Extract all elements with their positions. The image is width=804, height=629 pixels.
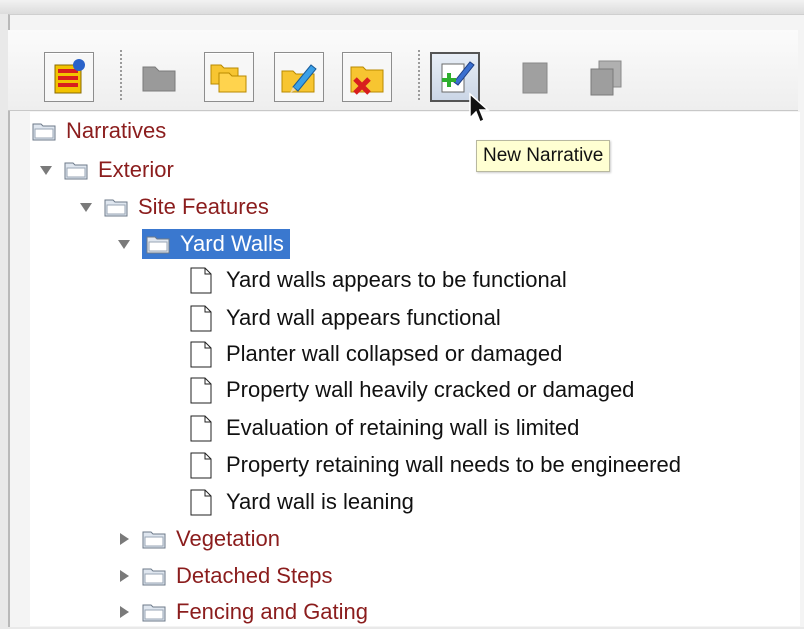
window-top-band [0, 0, 804, 14]
narrative-item[interactable]: Yard wall appears functional [190, 301, 501, 335]
document-icon [190, 377, 212, 403]
folder-icon [64, 162, 88, 180]
narrative-item[interactable]: Evaluation of retaining wall is limited [190, 411, 579, 445]
narrative-item[interactable]: Property wall heavily cracked or damaged [190, 373, 634, 407]
folder-icon [146, 236, 170, 254]
folder-icon [142, 531, 166, 549]
tree-node-narratives[interactable]: Narratives [32, 114, 166, 148]
document-icon [190, 267, 212, 293]
expanded-triangle-icon[interactable] [78, 199, 94, 215]
tree-node-label: Vegetation [176, 526, 280, 551]
collapsed-triangle-icon[interactable] [116, 604, 132, 620]
copy-narrative-button[interactable] [580, 52, 630, 102]
narrative-label: Property wall heavily cracked or damaged [226, 377, 635, 402]
folder-icon [32, 123, 56, 141]
narrative-label: Property retaining wall needs to be engi… [226, 452, 681, 477]
tree-node-label: Exterior [98, 157, 174, 182]
narrative-button[interactable] [510, 52, 560, 102]
tree-node-label: Yard Walls [180, 231, 284, 256]
folder-icon [104, 199, 128, 217]
collapsed-triangle-icon[interactable] [116, 531, 132, 547]
delete-folder-icon [350, 66, 384, 95]
open-folders-button[interactable] [204, 52, 254, 102]
tree-node-label: Narratives [66, 118, 167, 143]
toolbar [8, 30, 798, 111]
tree-node-label: Detached Steps [176, 563, 333, 588]
collapsed-triangle-icon[interactable] [116, 568, 132, 584]
toolbar-separator [120, 50, 122, 102]
narrative-label: Evaluation of retaining wall is limited [226, 415, 580, 440]
toolbar-separator [418, 50, 420, 102]
tree-node-yard-walls[interactable]: Yard Walls [116, 227, 290, 261]
narrative-label: Yard walls appears to be functional [226, 267, 567, 292]
database-button[interactable] [44, 52, 94, 102]
document-icon [190, 341, 212, 367]
folder-icon [142, 604, 166, 622]
document-icon [190, 415, 212, 441]
narrative-item[interactable]: Planter wall collapsed or damaged [190, 337, 562, 371]
edit-folder-icon [281, 64, 317, 93]
narrative-label: Planter wall collapsed or damaged [226, 341, 563, 366]
narrative-label: Yard wall appears functional [226, 305, 501, 330]
mouse-cursor-icon [469, 92, 490, 124]
tree-node-fencing-and-gating[interactable]: Fencing and Gating [116, 595, 368, 629]
tree-node-detached-steps[interactable]: Detached Steps [116, 559, 333, 593]
narrative-label: Yard wall is leaning [226, 489, 414, 514]
tree-node-vegetation[interactable]: Vegetation [116, 522, 280, 556]
tree-node-label: Site Features [138, 194, 269, 219]
database-icon [54, 59, 85, 94]
document-icon [190, 489, 212, 515]
delete-folder-button[interactable] [342, 52, 392, 102]
narrative-icon [522, 62, 548, 94]
tooltip: New Narrative [476, 140, 611, 172]
tree-node-site-features[interactable]: Site Features [78, 190, 269, 224]
folder-button[interactable] [134, 52, 184, 102]
folder-icon [142, 568, 166, 586]
document-icon [190, 305, 212, 331]
narrative-item[interactable]: Yard walls appears to be functional [190, 263, 567, 297]
tree-node-exterior[interactable]: Exterior [38, 153, 174, 187]
expanded-triangle-icon[interactable] [38, 162, 54, 178]
open-folders-icon [210, 64, 247, 93]
expanded-triangle-icon[interactable] [116, 236, 132, 252]
selected-node-highlight: Yard Walls [142, 229, 290, 259]
edit-folder-button[interactable] [274, 52, 324, 102]
document-icon [190, 452, 212, 478]
folder-icon [142, 66, 176, 92]
narrative-item[interactable]: Property retaining wall needs to be engi… [190, 448, 681, 482]
copy-narrative-icon [590, 60, 622, 96]
narrative-item[interactable]: Yard wall is leaning [190, 485, 414, 519]
tree-node-label: Fencing and Gating [176, 599, 369, 624]
